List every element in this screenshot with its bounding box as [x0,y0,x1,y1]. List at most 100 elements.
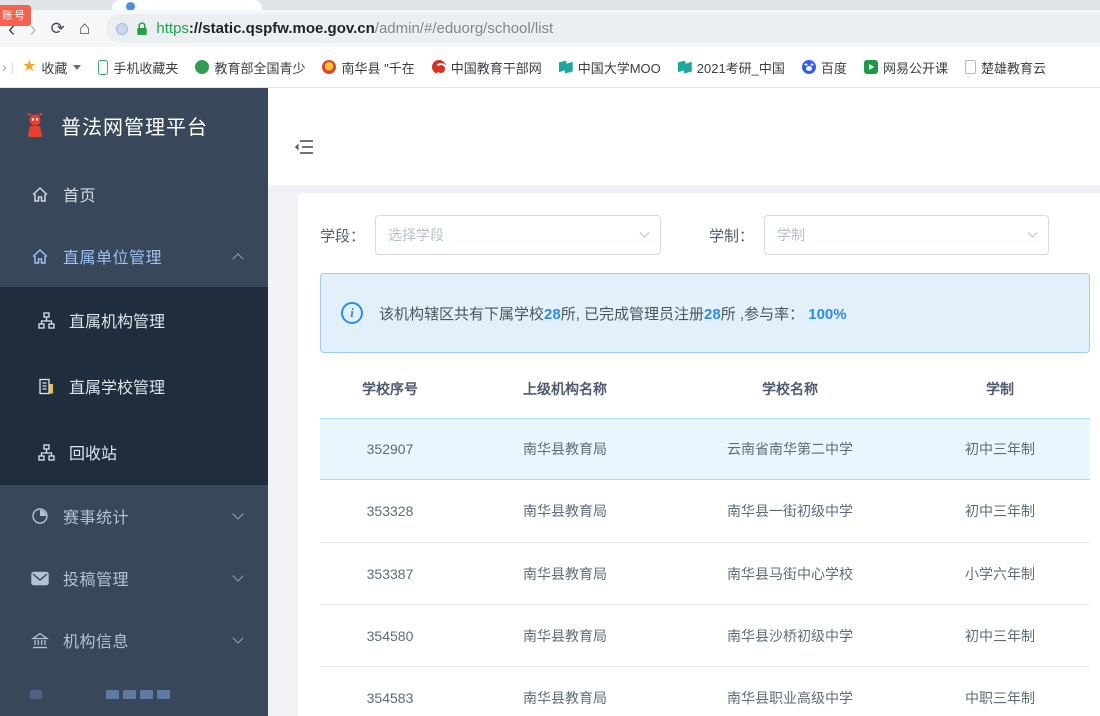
sidebar-item-label: 投稿管理 [63,572,130,589]
info-banner: i 该机构辖区共有下属学校28所, 已完成管理员注册28所 ,参与率： 100% [320,273,1090,353]
home-icon[interactable]: ⌂ [79,19,90,38]
bookmark-mobile-folder[interactable]: 手机收藏夹 [98,58,178,77]
table-cell: 初中三年制 [965,441,1035,457]
table-cell: 353328 [366,503,414,519]
chevron-right-icon[interactable]: › [2,59,7,75]
app-title: 普法网管理平台 [61,117,208,139]
bookmark-netease[interactable]: 网易公开课 [863,58,948,77]
url-scheme: https [156,20,189,37]
app-top-bar [268,88,1100,185]
sidebar-item-submissions[interactable]: 投稿管理 [0,547,268,609]
table-cell: 小学六年制 [965,565,1035,582]
bookmark-mooc[interactable]: 中国大学MOO [558,58,661,77]
bookmark-edu-cadre[interactable]: 中国教育干部网 [431,58,542,77]
table-cell: 南华县教育局 [523,689,607,706]
filter-label-stage: 学段： [320,227,366,245]
banner-participation-rate: 100% [808,305,847,323]
sidebar: 普法网管理平台 首页 直属单位管理 直属机构管理 直属学校管理 回收站 赛事统计… [0,88,268,716]
envelope-icon [30,571,50,586]
school-building-icon [36,378,56,395]
table-cell: 南华县职业高级中学 [727,689,853,706]
bookmark-nanhua[interactable]: 南华县 "千在 [322,58,415,77]
chevron-down-icon [639,227,650,238]
table-row[interactable]: 353328 南华县教育局 南华县一街初级中学 初中三年制 [320,480,1090,542]
reload-icon[interactable]: ⟳ [51,20,65,37]
sidebar-item-label: 机构信息 [63,634,130,651]
edu-site-icon [195,60,210,74]
screen: 账号 ‹ › ⟳ ⌂ https://static.qspfw.moe.gov.… [0,0,1100,716]
sidebar-item-label: 首页 [63,188,97,205]
table-cell: 南华县一街初级中学 [727,503,853,519]
table-row[interactable]: 354583 南华县教育局 南华县职业高级中学 中职三年制 [320,666,1090,716]
table-cell: 初中三年制 [965,627,1035,644]
collapse-sidebar-icon[interactable] [294,139,314,155]
bookmark-kaoyan[interactable]: 2021考研_中国 [677,58,785,77]
site-info-icon[interactable] [116,22,129,35]
table-cell: 南华县教育局 [523,565,607,582]
sidebar-item-partial[interactable] [0,686,268,699]
sidebar-item-recycle-bin[interactable]: 回收站 [0,419,268,485]
app-logo: 普法网管理平台 [0,88,268,163]
sidebar-item-contest-stats[interactable]: 赛事统计 [0,485,268,547]
bookmark-label: 收藏 [41,60,68,76]
bookmark-moe-youth[interactable]: 教育部全国青少 [195,58,305,77]
table-row[interactable]: 352907 南华县教育局 云南省南华第二中学 初中三年制 [320,418,1090,480]
bookmark-baidu[interactable]: 百度 [801,58,847,77]
bookmark-label: 楚雄教育云 [980,60,1046,76]
table-row[interactable]: 354580 南华县教育局 南华县沙桥初级中学 初中三年制 [320,604,1090,666]
sidebar-item-label: 直属单位管理 [63,250,163,267]
bookmark-label: 百度 [820,60,847,76]
flag-icon [677,60,692,74]
sidebar-item-direct-org[interactable]: 直属机构管理 [0,287,268,353]
bookmark-favorites[interactable]: ★ 收藏 [22,58,82,77]
stage-select[interactable]: 选择学段 [375,215,662,255]
content-area: 学段： 选择学段 学制： 学制 学校 i [268,185,1100,716]
bookmark-label: 中国大学MOO [577,60,661,76]
browser-tab-strip [0,0,1100,11]
bookmark-chuxiong[interactable]: 楚雄教育云 [964,58,1046,77]
banner-count-registered: 28 [704,305,721,323]
chevron-down-icon [1027,227,1038,238]
sidebar-item-direct-units[interactable]: 直属单位管理 [0,225,268,287]
bookmark-label: 中国教育干部网 [450,60,542,76]
sidebar-item-direct-school[interactable]: 直属学校管理 [0,353,268,419]
filter-label-system: 学制： [709,227,755,245]
schools-table: 学校序号 上级机构名称 学校名称 学制 352907 南华县教育局 云南省南华第… [320,360,1090,716]
sidebar-item-home[interactable]: 首页 [0,163,268,225]
house-icon [30,248,50,265]
app-window: 普法网管理平台 首页 直属单位管理 直属机构管理 直属学校管理 回收站 赛事统计… [0,88,1100,716]
address-bar[interactable]: https://static.qspfw.moe.gov.cn/admin/#/… [106,14,1100,43]
url-host: ://static.qspfw.moe.gov.cn [188,20,375,37]
sidebar-item-label: 赛事统计 [63,510,130,527]
chevron-down-icon [232,632,244,644]
account-badge[interactable]: 账号 [0,5,31,26]
sidebar-item-org-info[interactable]: 机构信息 [0,609,268,671]
table-cell: 352907 [366,441,414,457]
bookmark-label: 教育部全国青少 [214,60,306,76]
select-placeholder: 选择学段 [388,227,445,243]
table-row[interactable]: 353387 南华县教育局 南华县马街中心学校 小学六年制 [320,542,1090,604]
bank-icon [30,632,50,649]
table-header-row: 学校序号 上级机构名称 学校名称 学制 [320,360,1090,418]
banner-segment: 所, 已完成管理员注册 [560,305,705,323]
banner-text: 该机构辖区共有下属学校28所, 已完成管理员注册28所 ,参与率： 100% [379,303,847,324]
bookmark-label: 网易公开课 [882,60,948,76]
browser-tab[interactable] [112,0,262,11]
bookmarks-bar: › | ★ 收藏 手机收藏夹 教育部全国青少 南华县 "千在 中国教育干部网 中… [0,47,1100,88]
separator: | [10,59,15,75]
system-select[interactable]: 学制 [764,215,1050,255]
banner-segment: 该机构辖区共有下属学校 [379,305,545,323]
pie-chart-icon [30,507,50,525]
url-text: https://static.qspfw.moe.gov.cn/admin/#/… [156,20,553,37]
partial-label [106,690,174,699]
play-icon [863,60,878,74]
table-cell: 初中三年制 [965,503,1035,519]
column-header: 上级机构名称 [523,381,607,397]
table-cell: 南华县沙桥初级中学 [727,627,853,644]
bookmark-label: 2021考研_中国 [696,60,785,76]
document-icon [964,60,976,74]
column-header: 学校序号 [362,381,418,397]
sidebar-submenu: 直属机构管理 直属学校管理 回收站 [0,287,268,485]
chevron-down-icon [232,508,244,520]
emblem-icon [322,60,337,74]
